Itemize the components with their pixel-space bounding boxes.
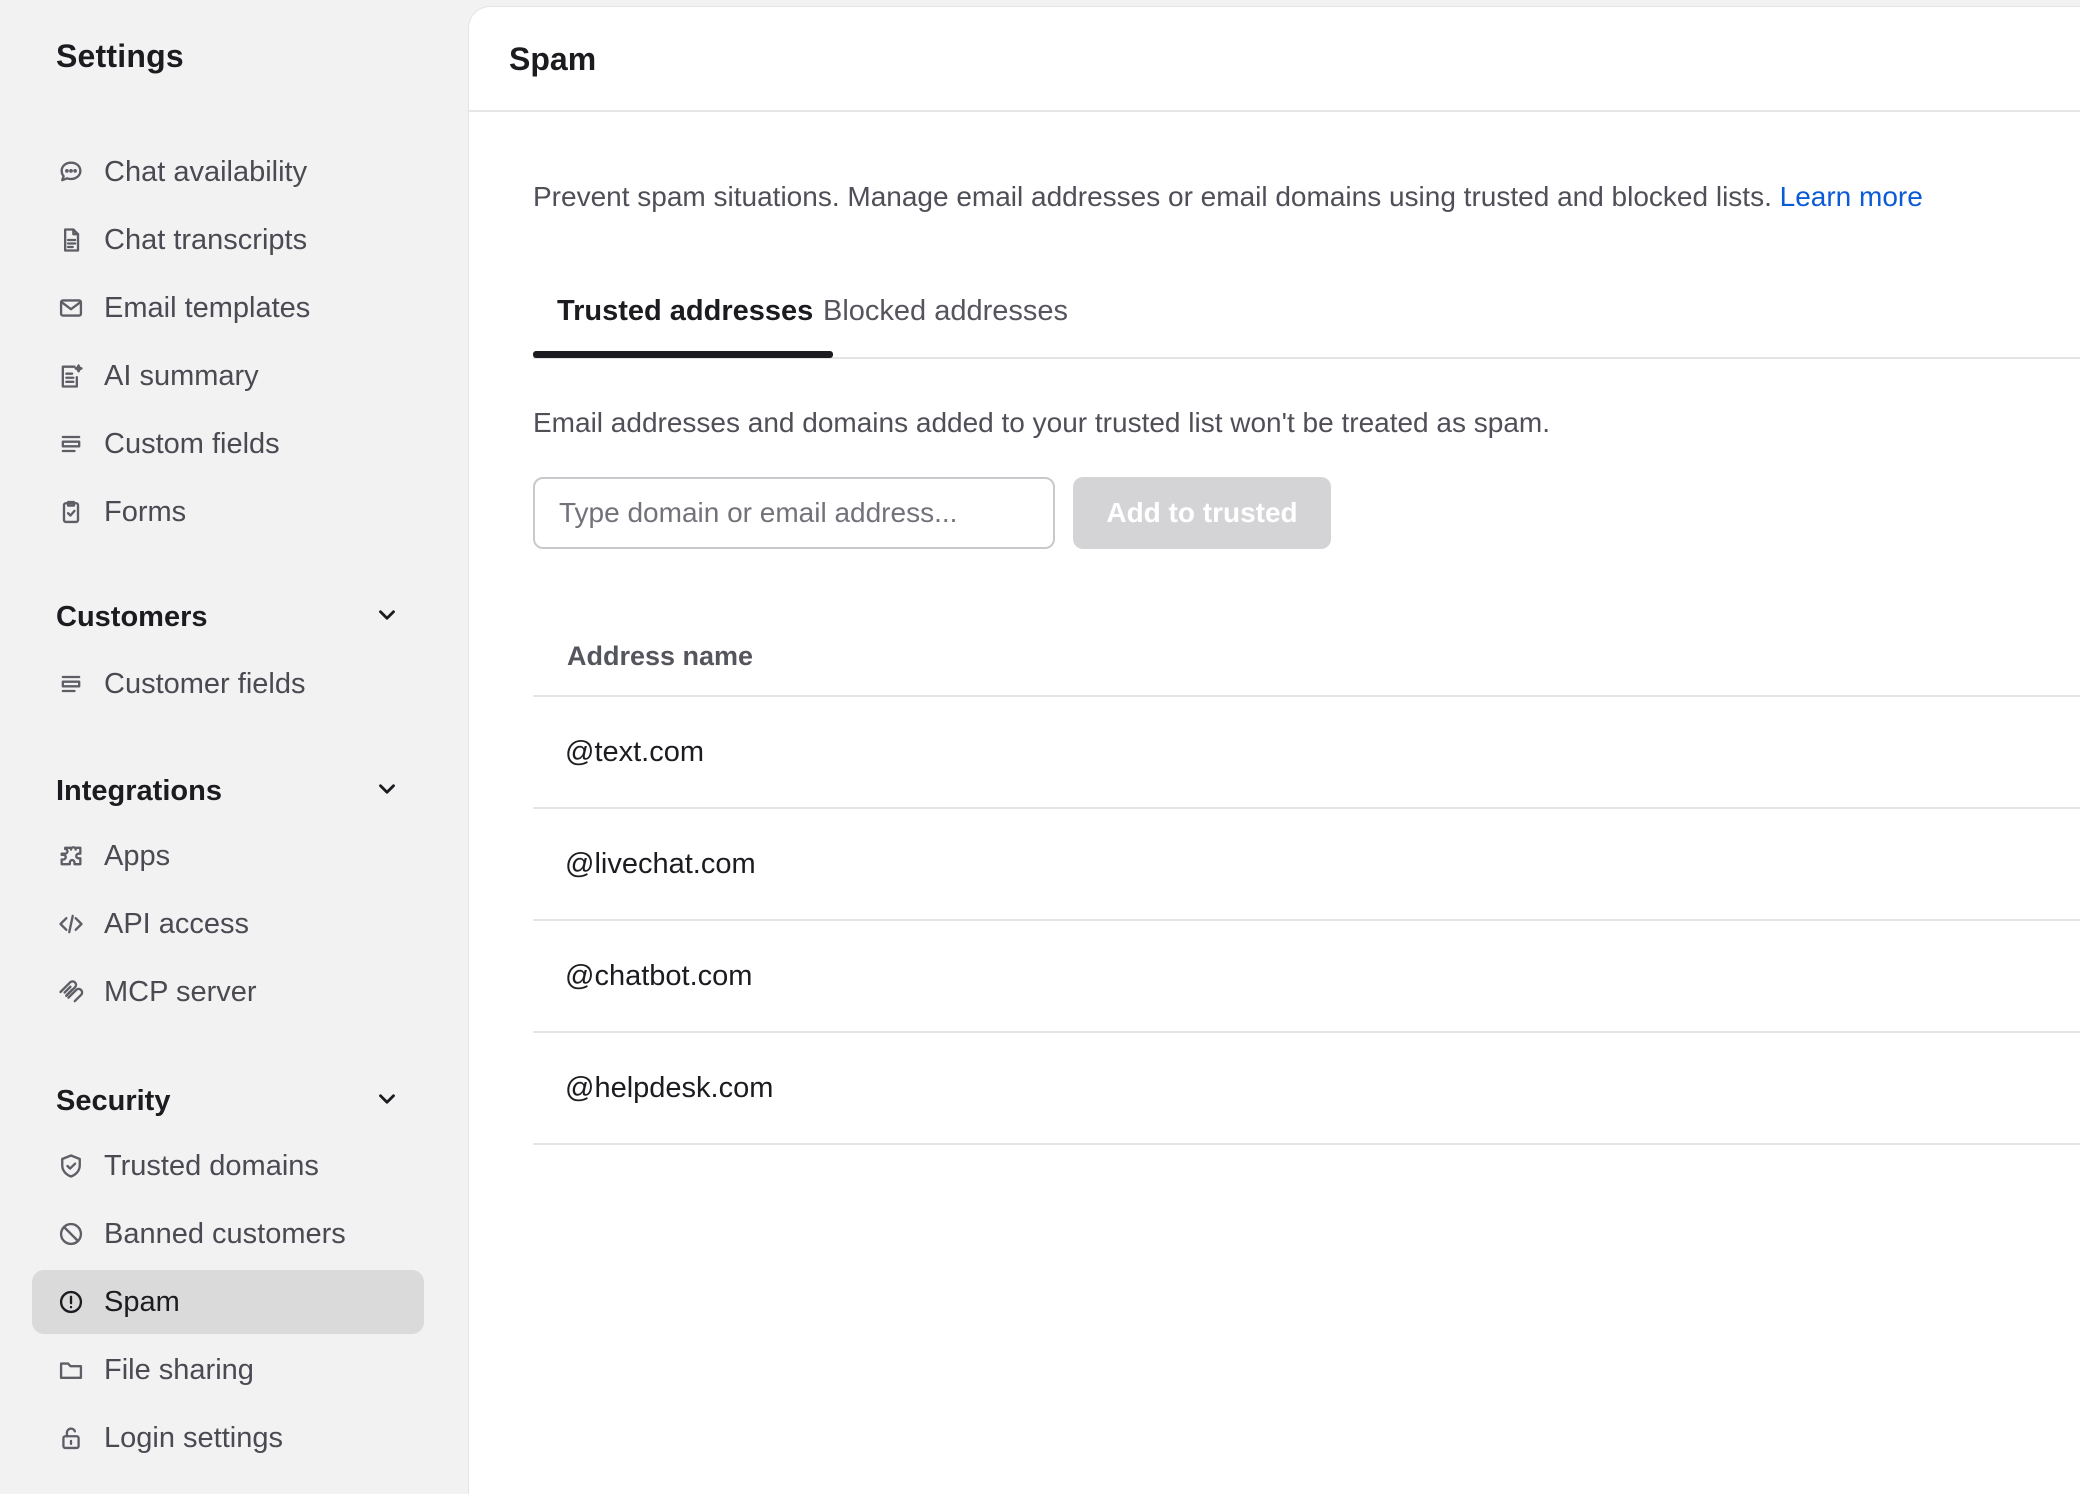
sidebar-item-banned-customers[interactable]: Banned customers xyxy=(32,1202,424,1266)
tab-description: Email addresses and domains added to you… xyxy=(533,407,1551,438)
section-header-customers[interactable]: Customers xyxy=(56,592,400,642)
learn-more-link[interactable]: Learn more xyxy=(1780,181,1923,212)
sidebar-item-label: Apps xyxy=(104,839,171,872)
sidebar-item-forms[interactable]: Forms xyxy=(32,480,424,544)
page-description: Prevent spam situations. Manage email ad… xyxy=(533,181,1923,213)
address-cell: @text.com xyxy=(565,735,705,768)
sidebar-item-label: Trusted domains xyxy=(104,1149,319,1182)
sidebar-item-trusted-domains[interactable]: Trusted domains xyxy=(32,1134,424,1198)
sidebar-item-label: MCP server xyxy=(104,975,257,1008)
puzzle-icon xyxy=(56,841,86,871)
sidebar-item-label: Customer fields xyxy=(104,667,306,700)
sidebar-item-label: Email templates xyxy=(104,291,311,324)
sidebar-item-chat-availability[interactable]: Chat availability xyxy=(32,140,424,204)
lock-icon xyxy=(56,1423,86,1453)
tab-trusted-addresses[interactable]: Trusted addresses xyxy=(533,295,837,357)
address-cell: @chatbot.com xyxy=(565,959,753,992)
table-row[interactable]: @helpdesk.com xyxy=(533,1033,2080,1145)
sidebar-item-label: Chat availability xyxy=(104,155,308,188)
mcp-icon xyxy=(56,977,86,1007)
document-icon xyxy=(56,225,86,255)
sidebar-item-label: AI summary xyxy=(104,359,259,392)
shield-check-icon xyxy=(56,1151,86,1181)
table-header: Address name xyxy=(533,617,2080,697)
add-to-trusted-button[interactable]: Add to trusted xyxy=(1073,477,1331,549)
sidebar-item-custom-fields[interactable]: Custom fields xyxy=(32,412,424,476)
code-icon xyxy=(56,909,86,939)
tab-bar: Trusted addresses Blocked addresses xyxy=(533,269,2080,359)
description-text: Prevent spam situations. Manage email ad… xyxy=(533,181,1772,212)
sidebar-item-mcp-server[interactable]: MCP server xyxy=(32,960,424,1024)
app-root: Settings Chat availability Chat transcri… xyxy=(0,0,2080,1494)
address-cell: @livechat.com xyxy=(565,847,756,880)
envelope-icon xyxy=(56,293,86,323)
page-header: Spam xyxy=(469,7,2080,112)
section-header-security[interactable]: Security xyxy=(56,1076,400,1126)
chevron-down-icon xyxy=(374,602,400,633)
settings-sidebar: Settings Chat availability Chat transcri… xyxy=(0,0,468,1494)
column-header-address-name: Address name xyxy=(567,640,754,671)
main-panel: Spam Prevent spam situations. Manage ema… xyxy=(468,6,2080,1494)
sidebar-item-label: Chat transcripts xyxy=(104,223,308,256)
sidebar-item-login-settings[interactable]: Login settings xyxy=(32,1406,424,1470)
chevron-down-icon xyxy=(374,1086,400,1117)
sidebar-item-api-access[interactable]: API access xyxy=(32,892,424,956)
sidebar-item-customer-fields[interactable]: Customer fields xyxy=(32,652,424,716)
ai-document-icon xyxy=(56,361,86,391)
fields-icon xyxy=(56,429,86,459)
sidebar-item-file-sharing[interactable]: File sharing xyxy=(32,1338,424,1402)
active-tab-indicator xyxy=(533,351,833,358)
sidebar-item-chat-transcripts[interactable]: Chat transcripts xyxy=(32,208,424,272)
table-row[interactable]: @livechat.com xyxy=(533,809,2080,921)
ban-icon xyxy=(56,1219,86,1249)
sidebar-item-ai-summary[interactable]: AI summary xyxy=(32,344,424,408)
sidebar-item-label: Spam xyxy=(104,1285,180,1318)
sidebar-title: Settings xyxy=(56,38,184,74)
sidebar-item-spam[interactable]: Spam xyxy=(32,1270,424,1334)
sidebar-item-label: Forms xyxy=(104,495,187,528)
table-row[interactable]: @chatbot.com xyxy=(533,921,2080,1033)
section-header-integrations[interactable]: Integrations xyxy=(56,766,400,816)
section-label: Security xyxy=(56,1084,171,1117)
sidebar-item-label: Custom fields xyxy=(104,427,280,460)
sidebar-item-label: File sharing xyxy=(104,1353,254,1386)
sidebar-item-label: API access xyxy=(104,907,250,940)
sidebar-item-email-templates[interactable]: Email templates xyxy=(32,276,424,340)
page-title: Spam xyxy=(509,41,597,77)
sidebar-item-label: Banned customers xyxy=(104,1217,346,1250)
sidebar-item-label: Login settings xyxy=(104,1421,283,1454)
fields-icon xyxy=(56,669,86,699)
domain-email-input[interactable] xyxy=(533,477,1055,549)
alert-circle-icon xyxy=(56,1287,86,1317)
table-row[interactable]: @text.com xyxy=(533,697,2080,809)
section-label: Integrations xyxy=(56,774,222,807)
chevron-down-icon xyxy=(374,776,400,807)
folder-icon xyxy=(56,1355,86,1385)
tab-blocked-addresses[interactable]: Blocked addresses xyxy=(799,295,1092,357)
clipboard-check-icon xyxy=(56,497,86,527)
section-label: Customers xyxy=(56,600,208,633)
trusted-addresses-table: Address name @text.com @livechat.com @ch… xyxy=(533,617,2080,1145)
chat-bubble-icon xyxy=(56,157,86,187)
sidebar-item-apps[interactable]: Apps xyxy=(32,824,424,888)
address-cell: @helpdesk.com xyxy=(565,1071,774,1104)
